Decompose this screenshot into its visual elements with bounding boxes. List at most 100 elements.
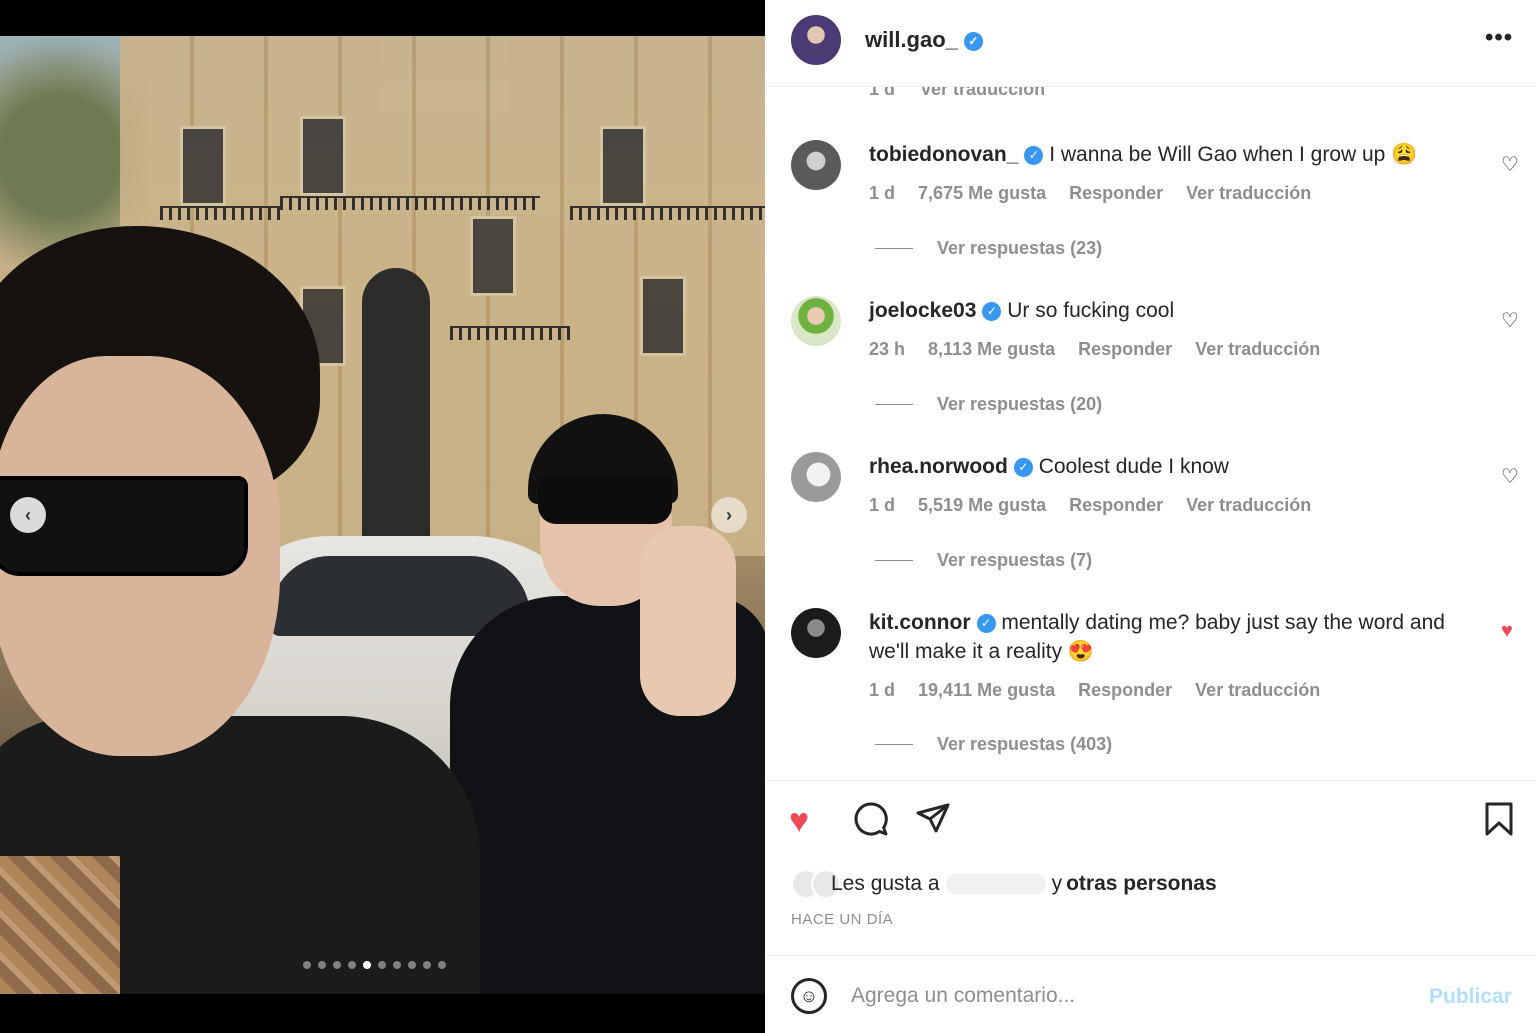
comment-text: rhea.norwood ✓ Coolest dude I know bbox=[869, 452, 1469, 481]
verified-badge-icon: ✓ bbox=[963, 32, 983, 51]
view-replies-label: Ver respuestas (23) bbox=[937, 238, 1103, 258]
avatar[interactable] bbox=[791, 140, 841, 190]
carousel-dot bbox=[303, 961, 311, 969]
paper-plane-icon bbox=[916, 803, 950, 833]
comments-list: 1 d Ver traducción tobiedonovan_ ✓ I wann… bbox=[765, 87, 1536, 780]
comment-text: joelocke03 ✓ Ur so fucking cool bbox=[869, 296, 1469, 325]
verified-badge-icon: ✓ bbox=[1024, 146, 1044, 165]
carousel-indicator bbox=[303, 961, 446, 969]
comment-time: 1 d bbox=[869, 87, 896, 99]
like-heart-icon[interactable]: ♥ bbox=[789, 801, 809, 841]
share-icon[interactable] bbox=[915, 801, 951, 846]
replies-divider bbox=[875, 560, 913, 561]
bookmark-icon[interactable] bbox=[1483, 801, 1515, 846]
likes-others[interactable]: otras personas bbox=[1066, 872, 1217, 896]
carousel-dot bbox=[318, 961, 326, 969]
verified-badge-icon: ✓ bbox=[1013, 458, 1033, 477]
reply-button[interactable]: Responder bbox=[1069, 183, 1163, 203]
view-replies-button[interactable]: Ver respuestas (23) bbox=[875, 238, 1102, 259]
likes-middle: y bbox=[1051, 872, 1063, 895]
translate-link[interactable]: Ver traducción bbox=[1195, 339, 1320, 359]
like-comment-icon[interactable]: ♡ bbox=[1501, 308, 1519, 333]
like-comment-icon[interactable]: ♡ bbox=[1501, 464, 1519, 489]
carousel-dot bbox=[408, 961, 416, 969]
view-replies-label: Ver respuestas (20) bbox=[937, 394, 1103, 414]
avatar[interactable] bbox=[791, 608, 841, 658]
replies-divider bbox=[875, 404, 913, 405]
comment-likes-count[interactable]: 7,675 Me gusta bbox=[918, 183, 1046, 203]
replies-divider bbox=[875, 744, 913, 745]
comment-meta: 1 d 7,675 Me gusta Responder Ver traducc… bbox=[869, 183, 1329, 204]
comment-body: Ur so fucking cool bbox=[1007, 299, 1175, 322]
more-options-icon[interactable]: ••• bbox=[1485, 24, 1513, 52]
carousel-dot bbox=[393, 961, 401, 969]
comment-meta: 1 d 5,519 Me gusta Responder Ver traducc… bbox=[869, 495, 1329, 516]
translate-link[interactable]: Ver traducción bbox=[1186, 495, 1311, 515]
view-replies-button[interactable]: Ver respuestas (20) bbox=[875, 394, 1102, 415]
reply-button[interactable]: Responder bbox=[1078, 339, 1172, 359]
comment-username[interactable]: rhea.norwood bbox=[869, 455, 1008, 478]
view-replies-label: Ver respuestas (403) bbox=[937, 734, 1113, 754]
translate-link[interactable]: Ver traducción bbox=[1186, 183, 1311, 203]
comment-likes-count[interactable]: 8,113 Me gusta bbox=[928, 339, 1055, 359]
view-replies-button[interactable]: Ver respuestas (7) bbox=[875, 550, 1092, 571]
verified-badge-icon: ✓ bbox=[976, 614, 996, 633]
carousel-dot bbox=[333, 961, 341, 969]
comment-meta: 23 h 8,113 Me gusta Responder Ver traduc… bbox=[869, 339, 1338, 360]
avatar[interactable] bbox=[791, 296, 841, 346]
partial-comment-meta: 1 d Ver traducción bbox=[869, 87, 1065, 100]
add-comment-bar: ☺ Publicar bbox=[765, 955, 1536, 1033]
verified-badge-icon: ✓ bbox=[982, 302, 1002, 321]
comment-input[interactable] bbox=[851, 976, 1411, 1016]
emoji-icon[interactable]: ☺ bbox=[791, 978, 827, 1014]
comment-icon[interactable] bbox=[853, 801, 889, 846]
post-media: ‹ › bbox=[0, 0, 765, 1033]
post-footer: ♥ Les gusta a y otras personas HACE UN D… bbox=[765, 780, 1536, 1033]
comment-username[interactable]: joelocke03 bbox=[869, 299, 976, 322]
likes-summary[interactable]: Les gusta a y otras personas bbox=[791, 869, 1217, 899]
comment-body: Coolest dude I know bbox=[1038, 455, 1229, 478]
view-replies-button[interactable]: Ver respuestas (403) bbox=[875, 734, 1112, 755]
comment-bubble-icon bbox=[854, 802, 888, 836]
publish-button[interactable]: Publicar bbox=[1429, 985, 1512, 1009]
bookmark-outline-icon bbox=[1485, 802, 1513, 836]
comment-time: 1 d bbox=[869, 680, 896, 700]
reply-button[interactable]: Responder bbox=[1069, 495, 1163, 515]
comment-time: 1 d bbox=[869, 495, 896, 515]
carousel-dot bbox=[378, 961, 386, 969]
comment-meta: 1 d 19,411 Me gusta Responder Ver traduc… bbox=[869, 680, 1338, 701]
comment-likes-count[interactable]: 5,519 Me gusta bbox=[918, 495, 1046, 515]
comment-time: 23 h bbox=[869, 339, 906, 359]
carousel-next-button[interactable]: › bbox=[711, 497, 747, 533]
translate-link[interactable]: Ver traducción bbox=[920, 87, 1045, 99]
carousel-dot bbox=[348, 961, 356, 969]
comment-text: kit.connor ✓ mentally dating me? baby jus… bbox=[869, 608, 1469, 666]
liked-heart-icon[interactable]: ♥ bbox=[1501, 620, 1513, 643]
post-panel: will.gao_ ✓ ••• 1 d Ver traducción tobied… bbox=[765, 0, 1536, 1033]
comment-text: tobiedonovan_ ✓ I wanna be Will Gao when … bbox=[869, 140, 1469, 169]
like-comment-icon[interactable]: ♡ bbox=[1501, 152, 1519, 177]
comment-body: I wanna be Will Gao when I grow up 😩 bbox=[1049, 143, 1418, 166]
carousel-dot bbox=[363, 961, 371, 969]
comment-time: 1 d bbox=[869, 183, 896, 203]
comment-username[interactable]: tobiedonovan_ bbox=[869, 143, 1018, 166]
replies-divider bbox=[875, 248, 913, 249]
post-photo bbox=[0, 36, 765, 994]
view-replies-label: Ver respuestas (7) bbox=[937, 550, 1093, 570]
avatar[interactable] bbox=[791, 15, 841, 65]
reply-button[interactable]: Responder bbox=[1078, 680, 1172, 700]
author-username-text: will.gao_ bbox=[865, 27, 958, 52]
comment-likes-count[interactable]: 19,411 Me gusta bbox=[918, 680, 1055, 700]
instagram-post-modal: ‹ › will.gao_ ✓ ••• 1 d Ver traducción t… bbox=[0, 0, 1536, 1033]
comment-username[interactable]: kit.connor bbox=[869, 611, 971, 634]
translate-link[interactable]: Ver traducción bbox=[1195, 680, 1320, 700]
blurred-username bbox=[945, 874, 1046, 894]
carousel-prev-button[interactable]: ‹ bbox=[10, 497, 46, 533]
avatar[interactable] bbox=[791, 452, 841, 502]
author-username[interactable]: will.gao_ ✓ bbox=[865, 27, 983, 53]
chevron-right-icon: › bbox=[726, 505, 732, 525]
chevron-left-icon: ‹ bbox=[25, 505, 31, 525]
carousel-dot bbox=[438, 961, 446, 969]
post-header: will.gao_ ✓ ••• bbox=[765, 0, 1536, 87]
post-timestamp: HACE UN DÍA bbox=[791, 911, 894, 928]
